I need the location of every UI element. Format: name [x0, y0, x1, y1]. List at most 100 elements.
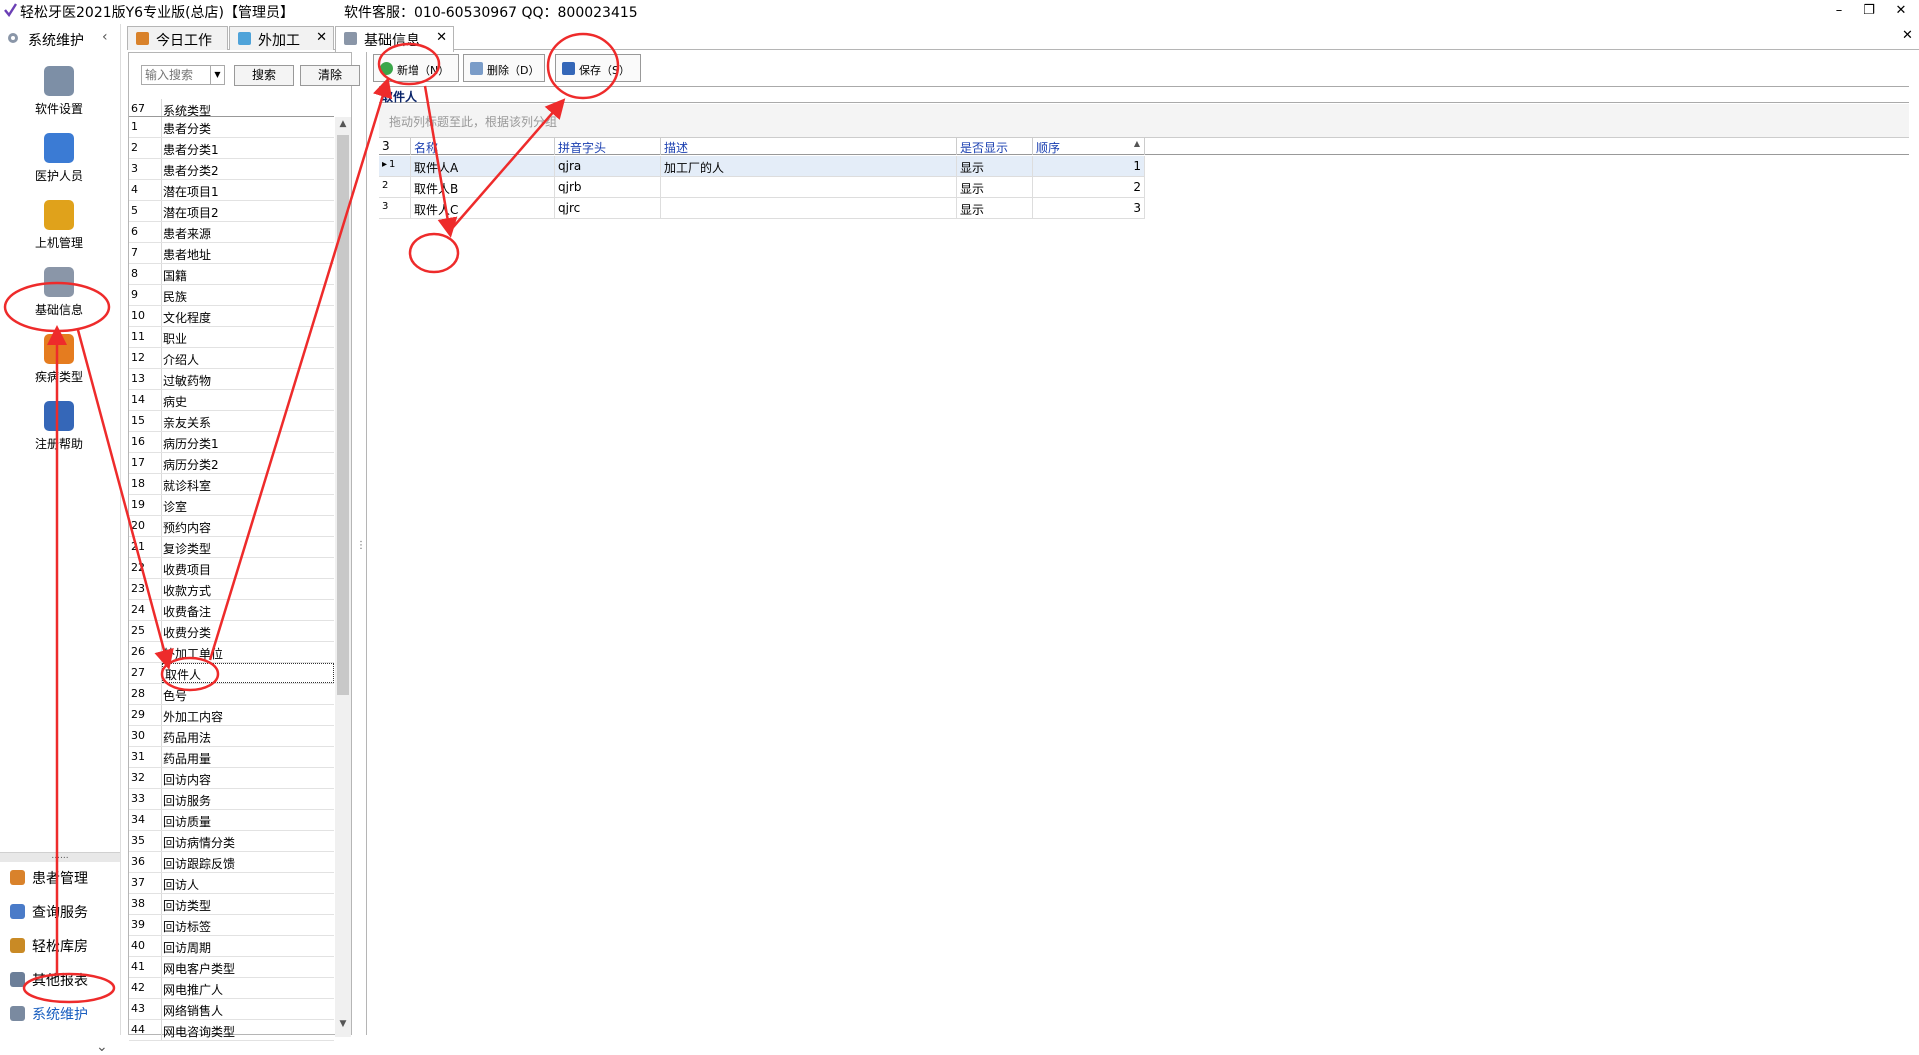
- save-button[interactable]: 保存（S）: [555, 54, 641, 82]
- search-input[interactable]: [141, 65, 211, 85]
- tab-today-work[interactable]: 今日工作: [127, 26, 228, 50]
- minimize-button[interactable]: –: [1827, 2, 1851, 20]
- search-button[interactable]: 搜索: [234, 65, 294, 86]
- type-row[interactable]: 39 回访标签: [129, 915, 334, 936]
- nav-tool-4[interactable]: 疾病类型: [0, 334, 118, 394]
- group-by-panel[interactable]: 拖动列标题至此，根据该列分组: [379, 104, 1909, 138]
- column-header-visible[interactable]: 是否显示: [957, 138, 1033, 155]
- type-row[interactable]: 28 色号: [129, 684, 334, 705]
- nav-splitter[interactable]: ......: [0, 852, 120, 862]
- module-1[interactable]: 查询服务: [0, 896, 118, 926]
- close-all-tabs-button[interactable]: ✕: [1902, 28, 1913, 43]
- column-header-pinyin[interactable]: 拼音字头: [555, 138, 661, 155]
- type-row[interactable]: 10 文化程度: [129, 306, 334, 327]
- cell-order[interactable]: 3: [1033, 198, 1145, 219]
- cell-pinyin[interactable]: qjra: [555, 156, 661, 177]
- type-row[interactable]: 17 病历分类2: [129, 453, 334, 474]
- type-row[interactable]: 5 潜在项目2: [129, 201, 334, 222]
- cell-desc[interactable]: 加工厂的人: [661, 156, 957, 177]
- tab-close-button[interactable]: ✕: [316, 30, 327, 45]
- column-header-name[interactable]: 名称: [411, 138, 555, 155]
- type-row[interactable]: 35 回访病情分类: [129, 831, 334, 852]
- cell-pinyin[interactable]: qjrc: [555, 198, 661, 219]
- type-row[interactable]: 23 收款方式: [129, 579, 334, 600]
- type-row[interactable]: 14 病史: [129, 390, 334, 411]
- cell-order[interactable]: 2: [1033, 177, 1145, 198]
- type-row[interactable]: 18 就诊科室: [129, 474, 334, 495]
- collapse-nav-button[interactable]: ‹: [102, 29, 108, 45]
- type-row[interactable]: 20 预约内容: [129, 516, 334, 537]
- nav-tool-2[interactable]: 上机管理: [0, 200, 118, 260]
- type-row[interactable]: 43 网络销售人: [129, 999, 334, 1020]
- type-row[interactable]: 44 网电咨询类型: [129, 1020, 334, 1041]
- type-row[interactable]: 7 患者地址: [129, 243, 334, 264]
- type-row[interactable]: 21 复诊类型: [129, 537, 334, 558]
- type-row[interactable]: 30 药品用法: [129, 726, 334, 747]
- module-3[interactable]: 其他报表: [0, 964, 118, 994]
- type-row[interactable]: 41 网电客户类型: [129, 957, 334, 978]
- cell-name[interactable]: 取件人B: [411, 177, 555, 198]
- cell-desc[interactable]: [661, 198, 957, 219]
- nav-tool-5[interactable]: 注册帮助: [0, 401, 118, 461]
- restore-button[interactable]: ❐: [1857, 2, 1881, 20]
- type-row[interactable]: 12 介绍人: [129, 348, 334, 369]
- detail-row[interactable]: 2 取件人B qjrb 显示 2: [379, 177, 1145, 198]
- module-4[interactable]: 系统维护: [0, 998, 118, 1028]
- search-dropdown-button[interactable]: ▼: [211, 65, 225, 85]
- type-row[interactable]: 40 回访周期: [129, 936, 334, 957]
- cell-show[interactable]: 显示: [957, 177, 1033, 198]
- nav-tool-3[interactable]: 基础信息: [0, 267, 118, 327]
- delete-button[interactable]: 删除（D）: [463, 54, 545, 82]
- type-row[interactable]: 27 取件人: [129, 663, 334, 684]
- type-row[interactable]: 22 收费项目: [129, 558, 334, 579]
- type-row[interactable]: 38 回访类型: [129, 894, 334, 915]
- type-row[interactable]: 6 患者来源: [129, 222, 334, 243]
- panel-splitter[interactable]: ⋮: [356, 540, 366, 551]
- type-row[interactable]: 25 收费分类: [129, 621, 334, 642]
- type-row[interactable]: 11 职业: [129, 327, 334, 348]
- cell-show[interactable]: 显示: [957, 156, 1033, 177]
- cell-order[interactable]: 1: [1033, 156, 1145, 177]
- type-row[interactable]: 19 诊室: [129, 495, 334, 516]
- nav-more-button[interactable]: ⌄: [96, 1039, 108, 1055]
- tab-close-button[interactable]: ✕: [436, 30, 447, 45]
- scroll-up-arrow-icon[interactable]: ▲: [335, 119, 351, 129]
- type-row[interactable]: 33 回访服务: [129, 789, 334, 810]
- cell-desc[interactable]: [661, 177, 957, 198]
- column-header-order[interactable]: 顺序 ▲: [1033, 138, 1145, 155]
- type-row[interactable]: 8 国籍: [129, 264, 334, 285]
- type-row[interactable]: 31 药品用量: [129, 747, 334, 768]
- module-0[interactable]: 患者管理: [0, 862, 118, 892]
- nav-tool-0[interactable]: 软件设置: [0, 66, 118, 126]
- tab-basic-info[interactable]: 基础信息 ✕: [335, 26, 454, 52]
- column-header-description[interactable]: 描述: [661, 138, 957, 155]
- scrollbar-thumb[interactable]: [337, 135, 349, 695]
- type-row[interactable]: 4 潜在项目1: [129, 180, 334, 201]
- cell-show[interactable]: 显示: [957, 198, 1033, 219]
- type-row[interactable]: 42 网电推广人: [129, 978, 334, 999]
- type-row[interactable]: 29 外加工内容: [129, 705, 334, 726]
- type-row[interactable]: 15 亲友关系: [129, 411, 334, 432]
- module-2[interactable]: 轻松库房: [0, 930, 118, 960]
- type-row[interactable]: 1 患者分类: [129, 117, 334, 138]
- type-row[interactable]: 36 回访跟踪反馈: [129, 852, 334, 873]
- add-button[interactable]: 新增（N）: [373, 54, 459, 82]
- vertical-scrollbar[interactable]: ▲ ▼: [335, 117, 351, 1037]
- cell-pinyin[interactable]: qjrb: [555, 177, 661, 198]
- nav-tool-1[interactable]: 医护人员: [0, 133, 118, 193]
- type-row[interactable]: 34 回访质量: [129, 810, 334, 831]
- type-row[interactable]: 26 外加工单位: [129, 642, 334, 663]
- type-row[interactable]: 37 回访人: [129, 873, 334, 894]
- type-row[interactable]: 24 收费备注: [129, 600, 334, 621]
- detail-row[interactable]: ▸ 1 取件人A qjra 加工厂的人 显示 1: [379, 156, 1145, 177]
- type-row[interactable]: 2 患者分类1: [129, 138, 334, 159]
- type-row[interactable]: 9 民族: [129, 285, 334, 306]
- window-close-button[interactable]: ✕: [1889, 2, 1913, 20]
- type-row[interactable]: 3 患者分类2: [129, 159, 334, 180]
- type-row[interactable]: 13 过敏药物: [129, 369, 334, 390]
- tab-outsource[interactable]: 外加工 ✕: [229, 26, 334, 50]
- type-row[interactable]: 16 病历分类1: [129, 432, 334, 453]
- detail-row[interactable]: 3 取件人C qjrc 显示 3: [379, 198, 1145, 219]
- scroll-down-arrow-icon[interactable]: ▼: [335, 1019, 351, 1029]
- type-row[interactable]: 32 回访内容: [129, 768, 334, 789]
